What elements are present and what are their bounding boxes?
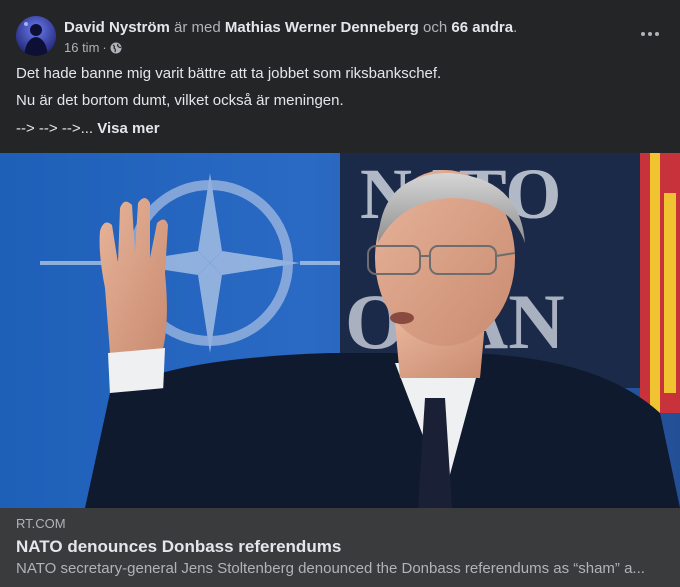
post-image[interactable]: NATO OTAN (0, 153, 680, 508)
link-domain: RT.COM (16, 516, 66, 531)
period-text: . (513, 19, 518, 36)
and-text: och (423, 19, 448, 36)
see-more-link[interactable]: Visa mer (97, 120, 159, 137)
post-header: David Nyström är med Mathias Werner Denn… (16, 16, 664, 60)
tagged-name[interactable]: Mathias Werner Denneberg (225, 19, 419, 36)
globe-icon (110, 42, 122, 53)
author-name[interactable]: David Nyström (64, 19, 170, 36)
ellipsis-icon-dot (641, 32, 645, 36)
avatar[interactable] (16, 16, 56, 56)
ellipsis-icon-dot (655, 32, 659, 36)
post-line-3: --> --> -->... Visa mer (16, 119, 664, 139)
post-card: David Nyström är med Mathias Werner Denn… (0, 0, 680, 587)
post-body: Det hade banne mig varit bättre att ta j… (16, 64, 664, 139)
post-line-2: Nu är det bortom dumt, vilket också är m… (16, 92, 344, 109)
link-title[interactable]: NATO denounces Donbass referendums (16, 537, 341, 557)
link-preview[interactable]: RT.COM NATO denounces Donbass referendum… (0, 508, 680, 587)
meta-separator: · (102, 40, 107, 55)
ellipsis-icon-dot (648, 32, 652, 36)
post-line-1: Det hade banne mig varit bättre att ta j… (16, 65, 442, 82)
link-description: NATO secretary-general Jens Stoltenberg … (16, 560, 645, 577)
post-time[interactable]: 16 tim (64, 40, 99, 55)
post-header-text: David Nyström är med Mathias Werner Denn… (64, 18, 624, 38)
post-line-3-prefix: --> --> -->... (16, 120, 94, 137)
post-meta: 16 tim · (64, 40, 122, 55)
others-link[interactable]: 66 andra (451, 19, 513, 36)
with-text: är med (174, 19, 221, 36)
more-options-button[interactable] (636, 24, 664, 44)
